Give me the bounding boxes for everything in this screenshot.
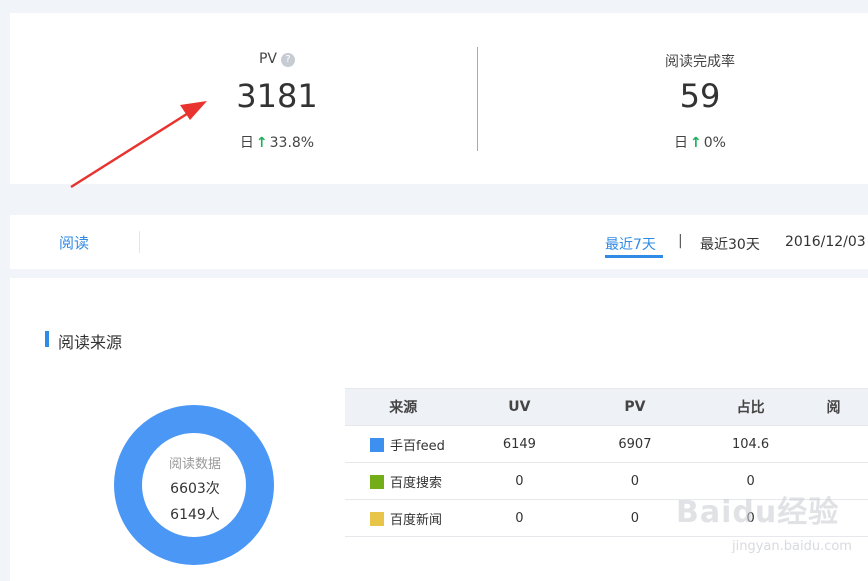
donut-label: 阅读数据 (168, 457, 221, 472)
table-header-row: 来源 UV PV 占比 阅 (345, 388, 868, 426)
active-range-underline (605, 255, 663, 258)
help-icon[interactable]: ? (281, 53, 296, 67)
range-separator: | (678, 233, 683, 249)
tab-bar: 阅读 最近7天 | 最近30天 2016/12/03 - (10, 215, 868, 269)
uv-cell: 0 (461, 499, 578, 537)
uv-cell: 6149 (461, 425, 578, 463)
read-cell (808, 425, 868, 463)
stat-pv-label: PV (258, 51, 278, 67)
tab-divider (139, 231, 140, 253)
donut-people: 6149人 (170, 507, 220, 523)
header-pv: PV (577, 388, 693, 426)
legend-swatch (370, 437, 384, 452)
stat-pv-label-row: PV? (127, 51, 427, 67)
legend-swatch (370, 511, 384, 526)
header-read: 阅 (808, 388, 868, 426)
table-row: 手百feed 6149 6907 104.6 (345, 425, 868, 463)
stats-panel: PV? 3181 日 ↑ 33.8% 阅读完成率 59 日 ↑ 0% (10, 13, 868, 184)
stat-pv-change-prefix: 日 (239, 135, 254, 151)
uv-cell: 0 (461, 462, 578, 500)
source-cell: 手百feed (345, 425, 462, 463)
watermark-logo: Baidu经验 (676, 495, 840, 530)
source-cell: 百度搜索 (345, 462, 462, 500)
header-source: 来源 (345, 388, 462, 426)
ratio-cell: 104.6 (692, 425, 809, 463)
source-cell: 百度新闻 (345, 499, 462, 537)
stat-divider (477, 47, 478, 151)
stat-completion-change-prefix: 日 (674, 135, 689, 151)
source-name: 百度搜索 (390, 475, 443, 491)
stat-pv-value: 3181 (236, 77, 318, 115)
header-ratio: 占比 (692, 388, 809, 426)
stat-pv-change-value: 33.8% (269, 135, 315, 151)
source-name: 百度新闻 (390, 512, 443, 528)
stat-pv-change: 日 ↑ 33.8% (127, 132, 427, 152)
arrow-up-icon: ↑ (690, 135, 702, 151)
stat-completion-value: 59 (679, 77, 721, 115)
watermark-url: jingyan.baidu.com (732, 539, 852, 554)
stat-completion-change: 日 ↑ 0% (550, 132, 850, 152)
tab-read[interactable]: 阅读 (59, 232, 89, 253)
stat-completion-change-value: 0% (703, 135, 726, 151)
header-uv: UV (461, 388, 578, 426)
source-name: 手百feed (390, 438, 445, 454)
legend-swatch (370, 474, 384, 489)
pv-cell: 6907 (577, 425, 693, 463)
arrow-up-icon: ↑ (255, 135, 268, 151)
range-last-30-days[interactable]: 最近30天 (700, 234, 760, 254)
watermark: Baidu经验 jingyan.baidu.com (668, 483, 868, 578)
range-last-7-days[interactable]: 最近7天 (605, 234, 656, 254)
stat-completion-label: 阅读完成率 (665, 54, 735, 70)
section-accent-bar (45, 331, 49, 347)
section-title: 阅读来源 (58, 333, 123, 352)
donut-count: 6603次 (170, 481, 220, 497)
date-range-picker[interactable]: 2016/12/03 - (785, 234, 868, 250)
